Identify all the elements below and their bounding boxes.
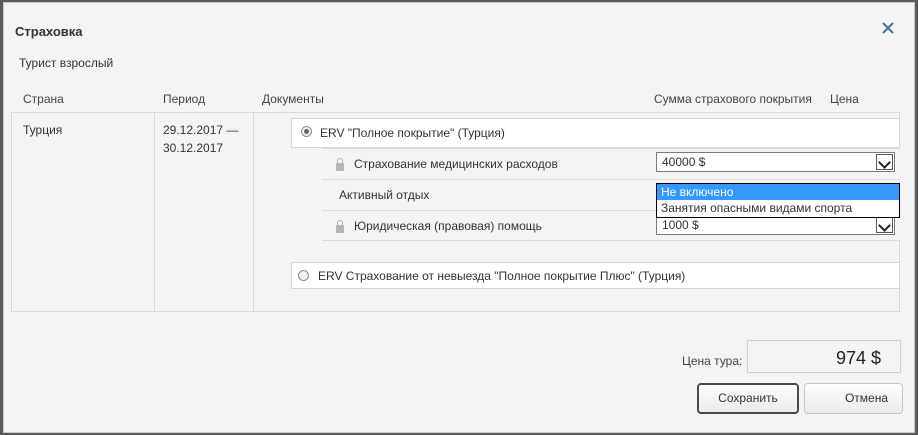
- header-coverage: Сумма страхового покрытия: [654, 92, 812, 106]
- option-1-label: ERV "Полное покрытие" (Турция): [320, 126, 505, 140]
- chevron-down-icon[interactable]: [876, 217, 893, 233]
- header-price: Цена: [830, 92, 859, 106]
- coverage-item-label: Юридическая (правовая) помощь: [354, 219, 542, 233]
- medical-coverage-select[interactable]: 40000 $: [656, 152, 895, 172]
- lock-icon: [336, 220, 344, 233]
- tour-price-value: 974 $: [835, 348, 881, 368]
- column-divider: [253, 112, 254, 312]
- active-rest-dropdown[interactable]: Не включено Занятия опасными видами спор…: [656, 183, 900, 218]
- insurance-option-1[interactable]: ERV "Полное покрытие" (Турция): [291, 118, 900, 148]
- tour-price-box: 974 $: [747, 340, 901, 373]
- select-value: 1000 $: [662, 218, 699, 232]
- period-start: 29.12.2017 —: [163, 123, 239, 137]
- dialog-title: Страховка: [15, 24, 83, 39]
- save-button[interactable]: Сохранить: [697, 383, 799, 414]
- coverage-item-label: Страхование медицинских расходов: [354, 157, 558, 171]
- period-end: 30.12.2017: [163, 141, 224, 155]
- radio-option-2[interactable]: [298, 270, 309, 281]
- header-period: Период: [163, 92, 206, 106]
- header-country: Страна: [23, 92, 64, 106]
- dropdown-option[interactable]: Занятия опасными видами спорта: [657, 200, 899, 216]
- lock-icon: [336, 158, 344, 171]
- close-icon[interactable]: [880, 20, 896, 36]
- insurance-option-2[interactable]: ERV Страхование от невыезда "Полное покр…: [291, 262, 900, 289]
- select-value: 40000 $: [662, 155, 706, 169]
- option-2-label: ERV Страхование от невыезда "Полное покр…: [318, 269, 686, 283]
- tourist-label: Турист взрослый: [19, 56, 114, 70]
- chevron-down-icon[interactable]: [876, 154, 893, 170]
- coverage-item-label: Активный отдых: [339, 188, 430, 202]
- dropdown-option[interactable]: Не включено: [657, 184, 899, 200]
- cancel-button[interactable]: Отмена: [804, 383, 903, 414]
- radio-option-1[interactable]: [301, 126, 312, 137]
- legal-coverage-select[interactable]: 1000 $: [656, 215, 895, 235]
- tour-price-label: Цена тура:: [682, 354, 743, 368]
- header-documents: Документы: [262, 92, 324, 106]
- column-divider: [154, 112, 155, 312]
- country-cell: Турция: [23, 123, 63, 137]
